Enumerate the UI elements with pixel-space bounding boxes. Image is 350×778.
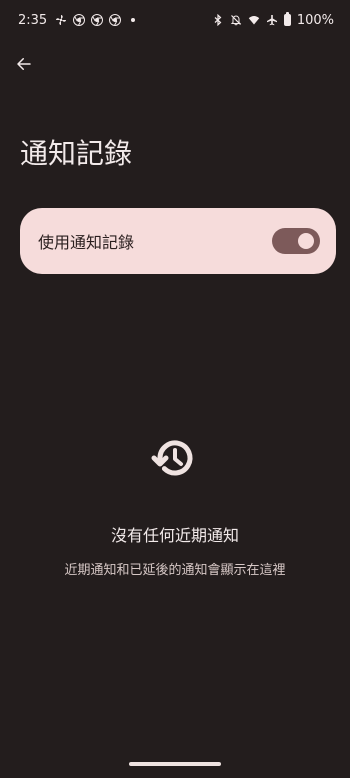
main-switch-card[interactable]: 使用通知記錄 xyxy=(20,208,336,274)
status-left: 2:35 xyxy=(18,12,136,28)
battery-icon xyxy=(283,12,291,26)
bluetooth-icon xyxy=(212,14,224,26)
airplane-icon xyxy=(266,14,278,26)
chrome-icon xyxy=(109,14,122,26)
main-switch-label: 使用通知記錄 xyxy=(38,233,135,252)
arrow-left-icon xyxy=(15,55,33,73)
gesture-navigation-bar[interactable] xyxy=(129,762,221,766)
empty-title: 沒有任何近期通知 xyxy=(110,526,239,545)
back-button[interactable] xyxy=(12,52,36,76)
pinwheel-icon xyxy=(55,14,67,26)
notification-history-toggle[interactable] xyxy=(272,228,320,254)
chrome-icon xyxy=(91,14,104,26)
battery-percent: 100% xyxy=(296,12,334,28)
switch-thumb xyxy=(298,233,314,249)
chrome-icon xyxy=(73,14,86,26)
mute-icon xyxy=(230,14,242,26)
dot-icon xyxy=(131,18,136,22)
page-title: 通知記錄 xyxy=(20,137,133,170)
status-right: 100% xyxy=(212,12,334,28)
history-icon xyxy=(147,430,203,486)
status-bar: 2:35 100% xyxy=(0,0,350,40)
empty-subtitle: 近期通知和已延後的通知會顯示在這裡 xyxy=(64,563,286,578)
status-time: 2:35 xyxy=(18,12,48,28)
empty-state: 沒有任何近期通知 近期通知和已延後的通知會顯示在這裡 xyxy=(0,430,350,580)
wifi-icon xyxy=(248,14,260,26)
